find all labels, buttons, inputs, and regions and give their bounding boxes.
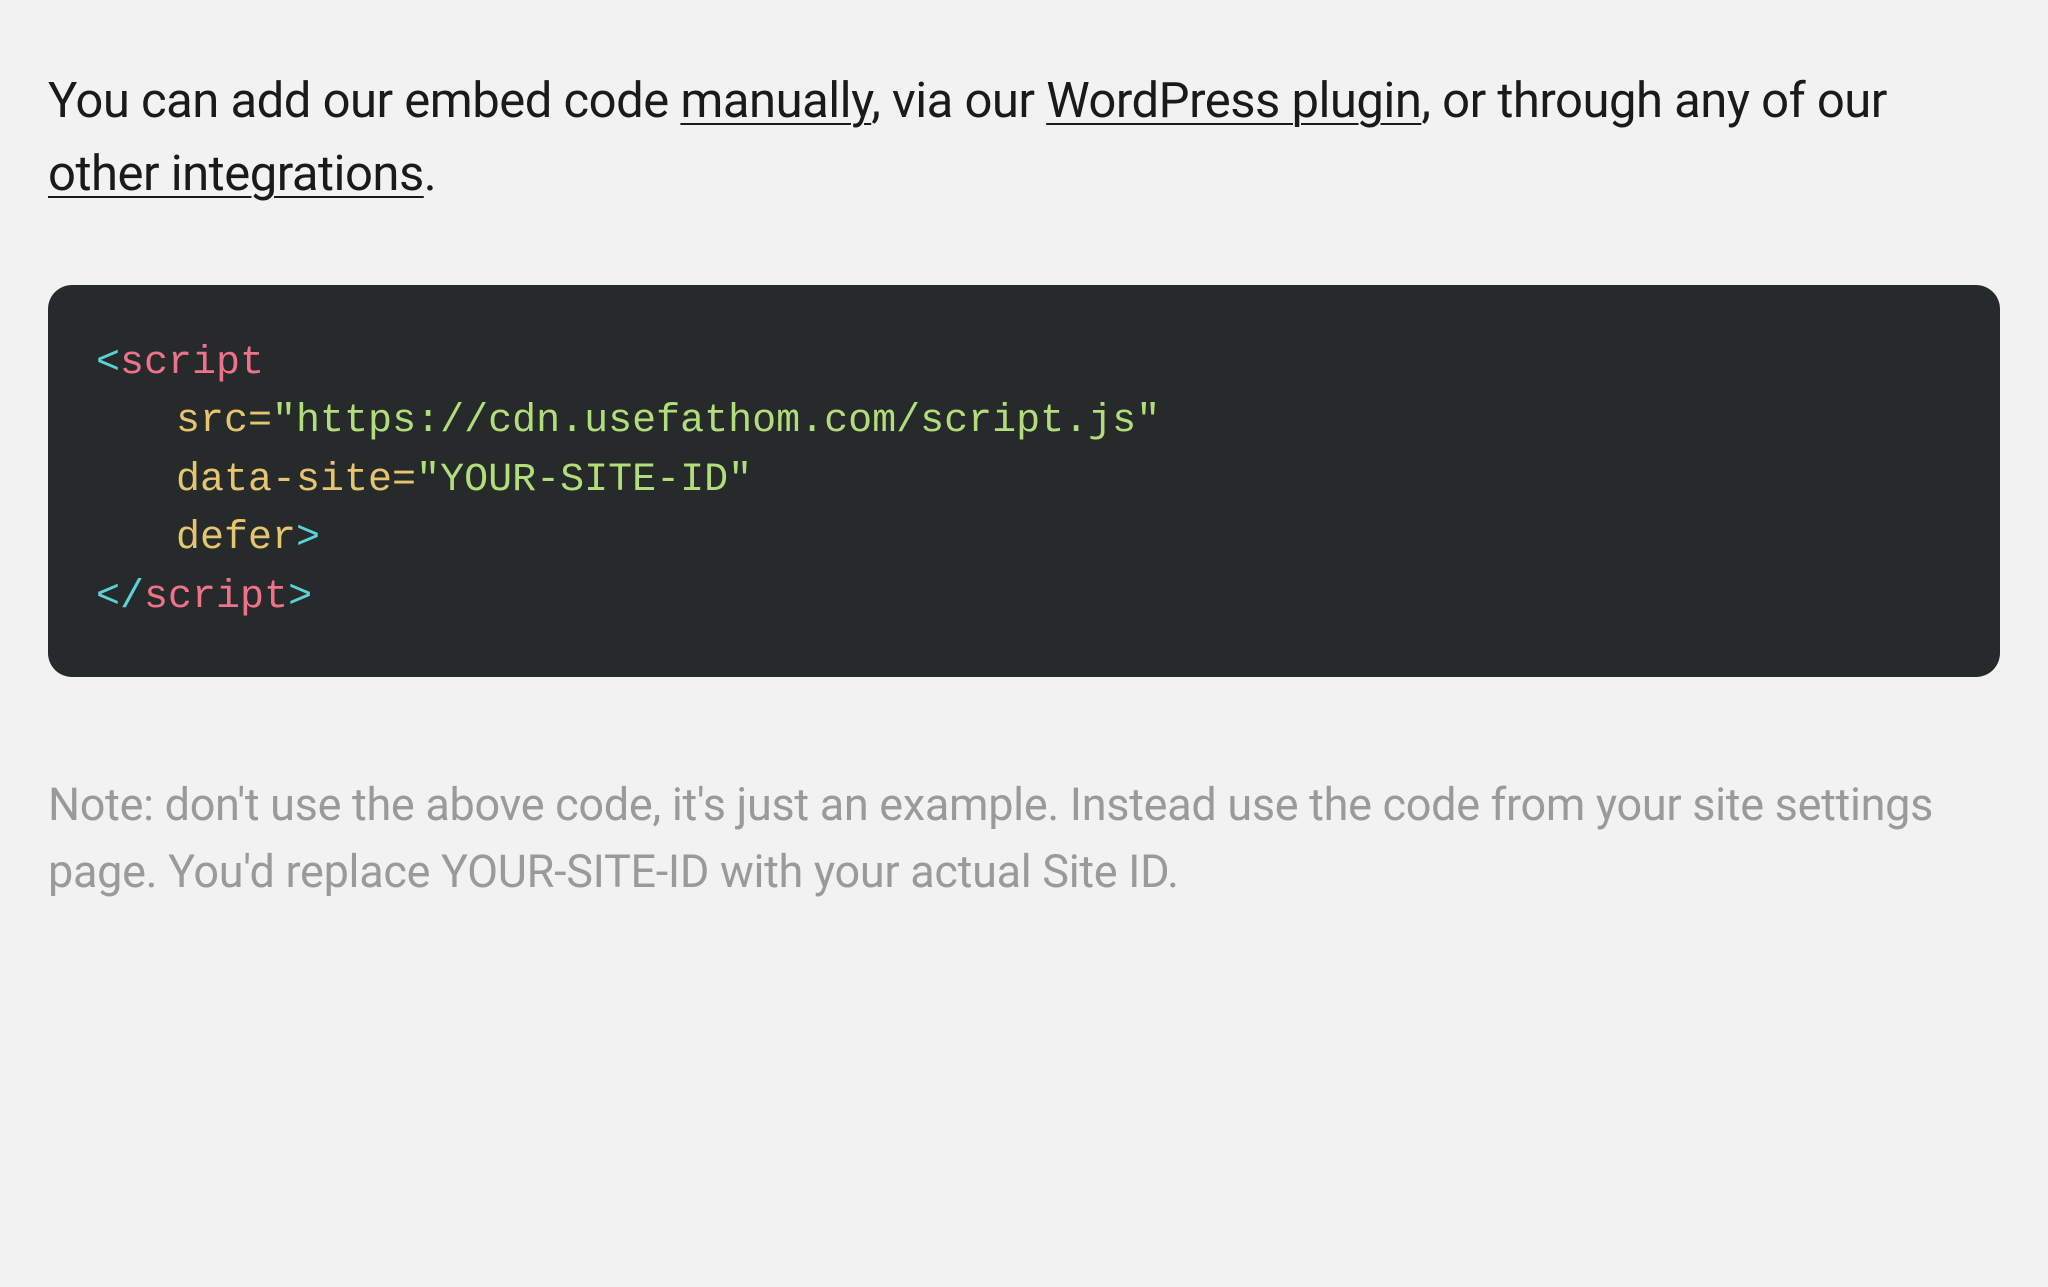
intro-text-1: You can add our embed code	[48, 72, 680, 129]
code-string-quote: "	[1136, 399, 1160, 444]
code-string-site-id: YOUR-SITE-ID	[440, 458, 728, 503]
code-angle-bracket: >	[288, 575, 312, 620]
code-string-quote: "	[728, 458, 752, 503]
code-line-4: defer>	[96, 510, 1952, 568]
code-line-3: data-site="YOUR-SITE-ID"	[96, 452, 1952, 510]
code-tag-name: script	[120, 341, 264, 386]
code-angle-bracket: >	[296, 516, 320, 561]
code-angle-bracket: <	[96, 341, 120, 386]
code-line-5: </script>	[96, 569, 1952, 627]
code-string-url: https://cdn.usefathom.com/script.js	[296, 399, 1136, 444]
note-paragraph: Note: don't use the above code, it's jus…	[48, 772, 2000, 905]
link-other-integrations[interactable]: other integrations	[48, 145, 424, 202]
code-block: <script src="https://cdn.usefathom.com/s…	[48, 285, 2000, 677]
code-line-1: <script	[96, 335, 1952, 393]
intro-text-4: .	[424, 145, 436, 202]
code-slash: /	[120, 575, 144, 620]
code-tag-name: script	[144, 575, 288, 620]
code-angle-bracket: <	[96, 575, 120, 620]
code-attr-defer: defer	[176, 516, 296, 561]
code-equals: =	[248, 399, 272, 444]
intro-paragraph: You can add our embed code manually, via…	[48, 65, 2000, 210]
code-equals: =	[392, 458, 416, 503]
link-manually[interactable]: manually	[680, 72, 871, 129]
code-attr-data-site: data-site	[176, 458, 392, 503]
intro-text-3: , or through any of our	[1421, 72, 1887, 129]
code-line-2: src="https://cdn.usefathom.com/script.js…	[96, 393, 1952, 451]
intro-text-2: , via our	[871, 72, 1046, 129]
link-wordpress-plugin[interactable]: WordPress plugin	[1046, 72, 1421, 129]
code-string-quote: "	[272, 399, 296, 444]
code-string-quote: "	[416, 458, 440, 503]
code-attr-src: src	[176, 399, 248, 444]
